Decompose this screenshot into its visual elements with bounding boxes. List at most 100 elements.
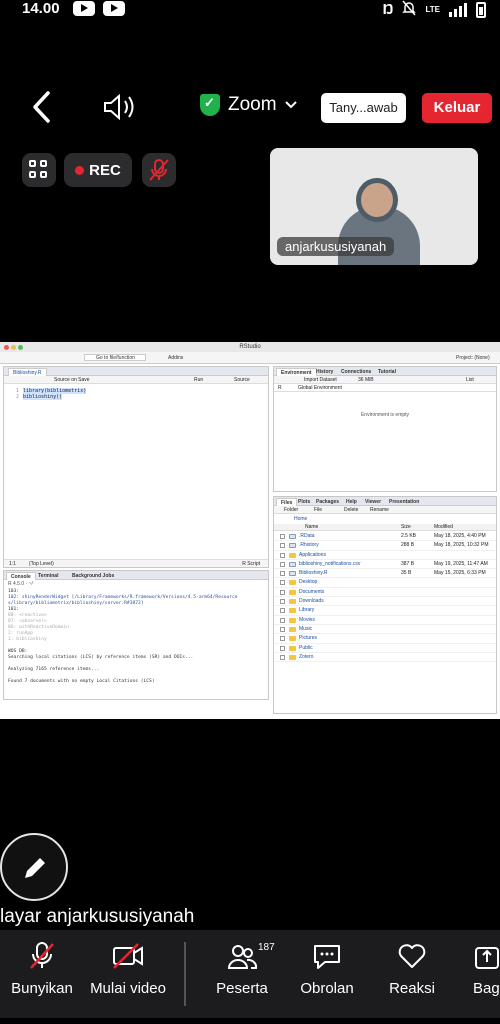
grid-icon [40,160,47,167]
file-row[interactable]: .RData 2.5 KB May 18, 2025, 4:40 PM [274,532,496,542]
file-checkbox[interactable] [280,571,285,577]
language-selector[interactable]: R [278,384,282,392]
addins-menu[interactable]: Addins [168,355,183,361]
file-checkbox[interactable] [280,561,285,567]
file-row[interactable]: Pictures [274,634,496,644]
file-row[interactable]: Zotero [274,653,496,663]
file-name[interactable]: .Rhistory [299,541,319,550]
file-checkbox[interactable] [280,636,285,642]
window-minimize-icon[interactable] [11,345,16,350]
file-row[interactable]: Downloads [274,597,496,607]
participant-video-tile[interactable]: anjarkususiyanah [270,148,478,265]
file-name[interactable]: Pictures [299,634,317,643]
participant-head [356,178,398,222]
terminal-tab[interactable]: Terminal [34,572,62,580]
file-row[interactable]: Desktop [274,578,496,588]
file-row[interactable]: Documents [274,588,496,598]
file-row[interactable]: Library [274,606,496,616]
file-checkbox[interactable] [280,543,285,549]
leave-button[interactable]: Keluar [422,93,492,123]
file-checkbox[interactable] [280,534,285,539]
file-row[interactable]: biblioshiny_notifications.csv 387 B May 19… [274,560,496,570]
file-name[interactable]: Applications [299,551,326,560]
new-file-button[interactable]: File [314,507,322,513]
chat-button[interactable]: Obrolan [285,940,369,997]
name-column-header[interactable]: Name [305,524,318,531]
file-checkbox[interactable] [280,580,285,586]
modified-column-header[interactable]: Modified [434,524,453,531]
history-tab[interactable]: History [312,368,337,376]
file-name[interactable]: biblioshiny_notifications.csv [299,560,360,569]
delete-button[interactable]: Delete [344,507,358,513]
tutorial-tab[interactable]: Tutorial [374,368,400,376]
reactions-button[interactable]: Reaksi [370,940,454,997]
file-checkbox[interactable] [280,589,285,595]
file-row[interactable]: Music [274,625,496,635]
file-name[interactable]: Downloads [299,597,324,606]
file-row[interactable]: Biblioshiny.R 35 B May 15, 2025, 6:33 PM [274,569,496,579]
file-row[interactable]: Movies [274,616,496,625]
file-checkbox[interactable] [280,645,285,651]
help-tab[interactable]: Help [342,498,361,506]
new-folder-button[interactable]: Folder [284,507,298,513]
ask-button[interactable]: Tany...awab [321,93,406,123]
background-jobs-tab[interactable]: Background Jobs [68,572,118,580]
window-zoom-icon[interactable] [18,345,23,350]
editor-tab[interactable]: Biblioshiny.R [8,368,47,376]
project-menu[interactable]: Project: (None) [456,355,490,361]
mic-status-button[interactable] [142,153,176,187]
presentation-tab[interactable]: Presentation [385,498,423,506]
start-video-button[interactable]: Mulai video [86,940,170,997]
file-checkbox[interactable] [280,552,285,558]
file-name[interactable]: Music [299,625,312,634]
gallery-view-button[interactable] [22,153,56,187]
size-column-header[interactable]: Size [401,524,411,531]
run-button[interactable]: Run [194,377,203,383]
recording-indicator[interactable]: REC [64,153,132,187]
annotate-button[interactable] [0,833,68,901]
console-tab[interactable]: Console [6,572,36,580]
list-view-button[interactable]: List [466,377,474,383]
source-button[interactable]: Source [234,377,250,383]
audio-source-selector[interactable]: Zoom [200,94,297,116]
rename-button[interactable]: Rename [370,507,389,513]
file-name[interactable]: Documents [299,588,324,597]
import-dataset-button[interactable]: Import Dataset [304,377,337,383]
file-name[interactable]: Public [299,644,313,653]
source-on-save-checkbox[interactable]: Source on Save [54,377,90,383]
file-name[interactable]: Library [299,606,314,615]
share-button[interactable]: Bagi [455,940,500,997]
files-header: Name Size Modified [274,524,496,531]
file-row[interactable]: .Rhistory 288 B May 18, 2025, 10:32 PM [274,541,496,551]
window-close-icon[interactable] [4,345,9,350]
file-name[interactable]: .RData [299,532,315,541]
file-row[interactable]: Public [274,644,496,653]
file-type[interactable]: R Script [242,560,260,568]
file-name[interactable]: Desktop [299,578,317,587]
file-name[interactable]: Biblioshiny.R [299,569,328,578]
scope-selector[interactable]: Global Environment [298,384,342,392]
unmute-button[interactable]: Bunyikan [0,940,84,997]
file-name[interactable]: Zotero [299,653,313,662]
scope-indicator[interactable]: (Top Level) [29,560,54,568]
connections-tab[interactable]: Connections [337,368,375,376]
file-checkbox[interactable] [280,626,285,632]
file-row[interactable]: Applications [274,551,496,560]
file-checkbox[interactable] [280,654,285,660]
editor-toolbar: Source on Save Run Source [4,376,268,384]
shared-screen[interactable]: RStudio Go to file/function Addins Proje… [0,342,500,719]
file-checkbox[interactable] [280,599,285,605]
environment-tab[interactable]: Environment [276,368,317,376]
code-editor[interactable]: library(bibliometrix) biblioshiny() [23,388,87,400]
packages-tab[interactable]: Packages [312,498,343,506]
file-checkbox[interactable] [280,617,285,623]
console-output[interactable]: 103: 102: shinyRenderWidget [/Library/Fra… [8,589,268,685]
breadcrumb[interactable]: Home [294,516,307,522]
file-checkbox[interactable] [280,608,285,614]
back-button[interactable] [30,90,60,126]
folder-icon [289,552,296,558]
speaker-button[interactable] [102,92,138,122]
memory-usage[interactable]: 36 MiB [358,377,374,383]
viewer-tab[interactable]: Viewer [361,498,385,506]
file-name[interactable]: Movies [299,616,315,625]
